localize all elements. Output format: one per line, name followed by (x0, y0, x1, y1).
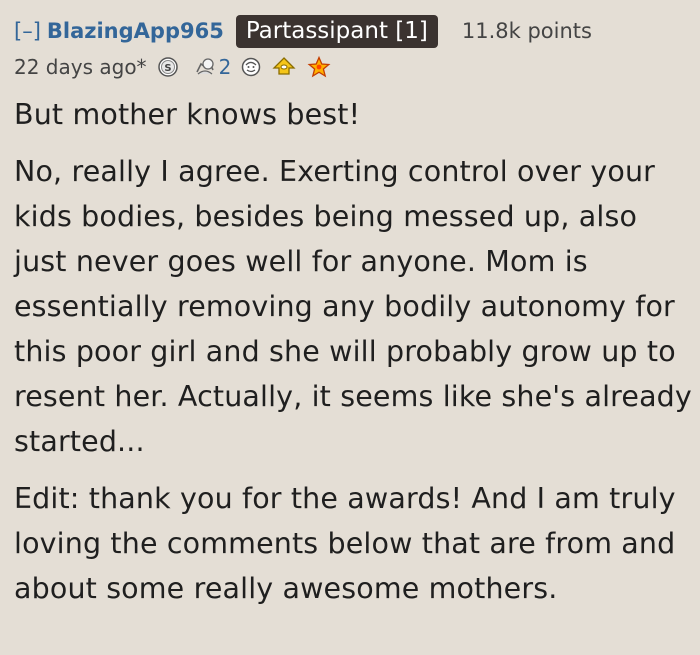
silver-award-icon[interactable]: S (157, 56, 179, 78)
author-link[interactable]: BlazingApp965 (47, 19, 224, 43)
comment: [–] BlazingApp965 Partassipant [1] 11.8k… (0, 0, 700, 655)
svg-text:S: S (164, 63, 171, 74)
helpful-award-icon[interactable] (193, 56, 217, 78)
comment-tagline: [–] BlazingApp965 Partassipant [1] 11.8k… (14, 14, 592, 48)
comment-paragraph: No, really I agree. Exerting control ove… (14, 155, 692, 458)
comment-body: But mother knows best! No, really I agre… (14, 92, 694, 623)
comment-meta: 22 days ago* S 2 (14, 52, 331, 82)
score: 11.8k points (461, 19, 592, 43)
wholesome-award-icon[interactable] (239, 56, 263, 78)
star-award-icon[interactable] (307, 56, 331, 78)
collapse-toggle[interactable]: [–] (14, 19, 41, 43)
user-flair: Partassipant [1] (235, 14, 438, 48)
timestamp: 22 days ago* (14, 55, 147, 79)
award-count: 2 (218, 55, 232, 79)
rocket-award-icon[interactable] (271, 56, 297, 78)
comment-paragraph: Edit: thank you for the awards! And I am… (14, 482, 676, 605)
comment-paragraph: But mother knows best! (14, 98, 361, 131)
